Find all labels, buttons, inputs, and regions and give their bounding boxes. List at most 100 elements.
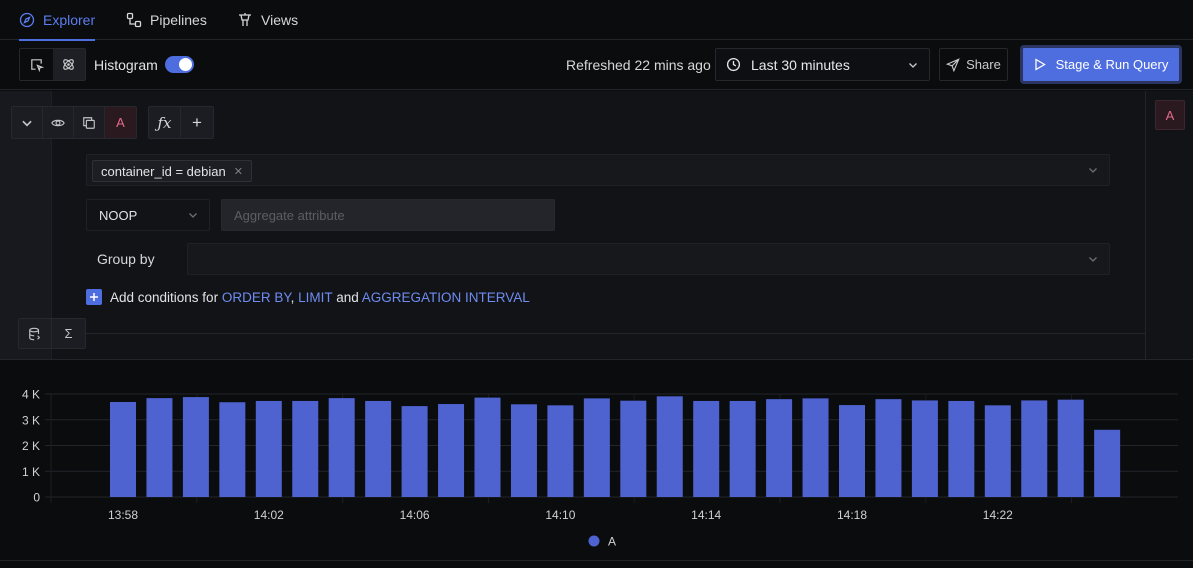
- cursor-box-icon: [30, 59, 44, 72]
- chevron-down-icon: [189, 213, 197, 218]
- query-name-badge[interactable]: A: [105, 107, 136, 138]
- add-formula-button[interactable]: ƒx: [149, 107, 181, 138]
- bar: [255, 400, 282, 497]
- tab-pipelines[interactable]: Pipelines: [126, 0, 207, 40]
- refreshed-status: Refreshed 22 mins ago: [566, 57, 711, 73]
- aggregation-interval-link[interactable]: AGGREGATION INTERVAL: [362, 290, 530, 305]
- stage-run-query-button[interactable]: Stage & Run Query: [1020, 45, 1182, 84]
- clickhouse-query-button[interactable]: [52, 49, 85, 80]
- add-formula-button[interactable]: Σ: [52, 319, 85, 348]
- bar: [292, 400, 319, 497]
- view-mode-toggle: [19, 48, 86, 81]
- x-tick-label: 14:18: [837, 508, 867, 522]
- bar: [948, 400, 975, 497]
- aggregate-attribute-placeholder: Aggregate attribute: [234, 207, 345, 223]
- toggle-knob: [179, 58, 192, 71]
- bar: [547, 405, 574, 497]
- bar: [146, 398, 173, 497]
- limit-link[interactable]: LIMIT: [298, 290, 332, 305]
- bar: [1057, 399, 1084, 497]
- bar: [839, 405, 865, 497]
- bar: [802, 398, 829, 497]
- share-button[interactable]: Share: [939, 48, 1008, 81]
- add-conditions-text: Add conditions for: [110, 289, 219, 305]
- filter-chip[interactable]: container_id = debian ✕: [92, 160, 252, 182]
- query-header-actions: A: [11, 106, 137, 139]
- query-sidebar: [1145, 91, 1193, 359]
- close-icon[interactable]: ✕: [234, 165, 243, 178]
- function-icon: ƒx: [157, 113, 172, 132]
- compass-icon: [19, 12, 35, 28]
- bar: [438, 404, 465, 497]
- chevron-down-icon: [1089, 168, 1097, 173]
- query-builder: A ƒx + A container_id = debian ✕ NOOP Ag…: [0, 91, 1193, 360]
- aggregate-operator-value: NOOP: [99, 207, 138, 223]
- histogram-chart: 0 1 K 2 K 3 K 4 K 13:58 14:02 14:06 14:10 14:14 14…: [0, 361, 1193, 561]
- legend-label: A: [608, 535, 616, 549]
- atom-icon: [63, 59, 75, 70]
- histogram-toggle[interactable]: [165, 56, 194, 73]
- chevron-down-icon: [1089, 257, 1097, 262]
- query-builder-button[interactable]: [20, 49, 53, 80]
- add-conditions-row: Add conditions for ORDER BY, LIMIT and A…: [86, 289, 530, 305]
- bar: [1094, 429, 1121, 497]
- bar: [328, 398, 355, 497]
- filter-chip-label: container_id = debian: [101, 163, 226, 179]
- add-query-type-actions: Σ: [18, 318, 86, 349]
- bar: [474, 397, 501, 497]
- filter-input[interactable]: container_id = debian ✕: [86, 154, 1110, 186]
- order-by-link[interactable]: ORDER BY: [222, 290, 291, 305]
- group-by-label: Group by: [97, 251, 155, 267]
- add-conditions-button[interactable]: [86, 289, 102, 305]
- y-tick-label: 1 K: [22, 465, 40, 479]
- histogram-label: Histogram: [94, 57, 158, 73]
- bar: [110, 401, 136, 497]
- x-tick-label: 14:10: [545, 508, 575, 522]
- time-range-picker[interactable]: Last 30 minutes: [715, 48, 930, 81]
- tab-explorer[interactable]: Explorer: [19, 0, 96, 41]
- eye-icon: [51, 119, 65, 126]
- run-label: Stage & Run Query: [1055, 57, 1169, 72]
- aggregate-attribute-input[interactable]: Aggregate attribute: [221, 199, 555, 231]
- y-tick-label: 0: [33, 491, 40, 505]
- y-tick-label: 3 K: [22, 413, 40, 427]
- chevron-down-icon: [909, 63, 917, 68]
- group-by-select[interactable]: [187, 243, 1110, 275]
- plus-icon: [90, 293, 98, 301]
- x-tick-label: 13:58: [108, 508, 138, 522]
- collapse-button[interactable]: [12, 107, 43, 138]
- bar: [182, 397, 209, 497]
- database-icon: [29, 327, 41, 340]
- top-nav: Explorer Pipelines Views: [0, 0, 1193, 41]
- bar: [1021, 400, 1048, 497]
- tab-label: Views: [261, 12, 299, 28]
- bar: [401, 406, 428, 497]
- tab-views[interactable]: Views: [237, 0, 298, 40]
- sigma-icon: Σ: [64, 326, 73, 341]
- query-a-tag[interactable]: A: [1155, 100, 1185, 130]
- copy-icon: [83, 116, 95, 129]
- divider: [86, 333, 1145, 334]
- toolbar: Histogram Refreshed 22 mins ago Last 30 …: [0, 40, 1193, 90]
- formula-actions: ƒx +: [148, 106, 214, 139]
- bar: [729, 400, 756, 497]
- views-icon: [239, 13, 251, 26]
- clone-query-button[interactable]: [74, 107, 105, 138]
- bar: [875, 399, 902, 497]
- tab-label: Explorer: [43, 12, 96, 28]
- x-tick-label: 14:22: [983, 508, 1013, 522]
- share-label: Share: [966, 57, 1001, 72]
- bar: [365, 400, 392, 497]
- plus-icon: +: [192, 112, 202, 132]
- send-icon: [946, 57, 960, 72]
- y-tick-label: 2 K: [22, 439, 40, 453]
- pipeline-icon: [126, 12, 142, 28]
- add-query-button[interactable]: [19, 319, 52, 348]
- y-tick-label: 4 K: [22, 388, 40, 402]
- toggle-visibility-button[interactable]: [43, 107, 74, 138]
- add-query-button[interactable]: +: [181, 107, 213, 138]
- bar: [984, 405, 1011, 497]
- comma: ,: [290, 289, 295, 305]
- aggregate-operator-select[interactable]: NOOP: [86, 199, 210, 231]
- legend-marker: [588, 535, 600, 547]
